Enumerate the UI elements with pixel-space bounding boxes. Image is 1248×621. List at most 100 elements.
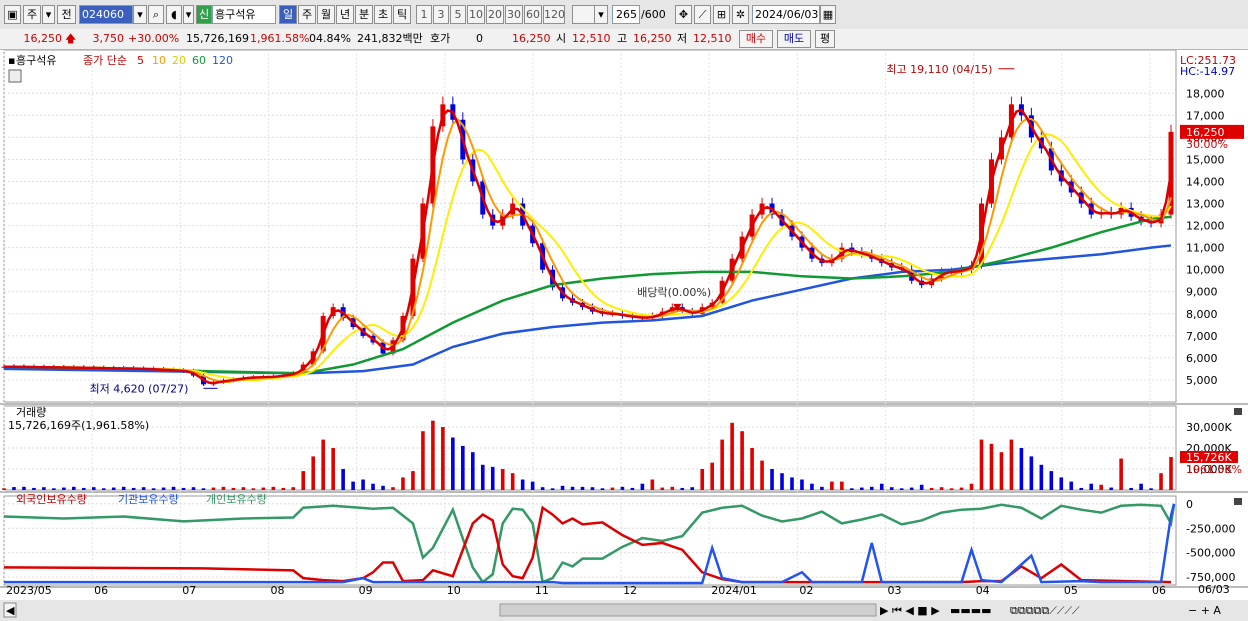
volume-bar xyxy=(431,420,435,490)
high-annotation: 최고 19,110 (04/15) xyxy=(886,63,992,76)
interval-button-20[interactable]: 20 xyxy=(486,5,504,24)
inst-legend: 기관보유수량 xyxy=(118,493,179,506)
volume-bar xyxy=(1169,456,1173,490)
interval-button-120[interactable]: 120 xyxy=(543,5,565,24)
chart-nav-controls[interactable]: ▶ ⏮ ◀ ■ ▶ xyxy=(880,604,940,617)
tab-3[interactable]: 년 xyxy=(336,5,354,24)
interval-button-3[interactable]: 3 xyxy=(433,5,449,24)
legend-ma-label: 종가 단순 xyxy=(83,54,127,67)
scrollbar-thumb[interactable] xyxy=(499,603,877,617)
up-arrow-icon: 🡅 xyxy=(65,32,77,45)
volume-bar xyxy=(929,487,934,490)
window-menu-icon[interactable]: ▣ xyxy=(4,5,21,24)
volume-bar xyxy=(670,486,675,490)
interval-button-10[interactable]: 10 xyxy=(467,5,485,24)
volume-bar xyxy=(201,488,206,490)
volume-bar xyxy=(1139,483,1143,490)
price-tick-label: 5,000 xyxy=(1186,374,1218,387)
volume-bar xyxy=(630,487,635,490)
date-tick-label: 10 xyxy=(447,584,461,597)
date-input[interactable]: 2024/06/03 xyxy=(752,5,820,24)
volume-bar xyxy=(391,487,395,490)
indiv-legend: 개인보유수량 xyxy=(206,493,267,506)
legend-ma10: 10 xyxy=(152,54,166,67)
code-dropdown-icon[interactable]: ▾ xyxy=(133,5,147,24)
volume-bar xyxy=(540,487,545,490)
stock-chart[interactable]: 5,000 6,000 7,000 8,000 9,000 10,000 11,000 12,… xyxy=(0,50,1248,621)
tab-0[interactable]: 일 xyxy=(279,5,297,24)
tab-2[interactable]: 월 xyxy=(317,5,335,24)
volume-bar xyxy=(81,487,86,490)
volume-bar xyxy=(879,483,884,490)
price-tick-label: 7,000 xyxy=(1186,330,1218,343)
volume-bar xyxy=(720,439,724,490)
scroll-left-icon: ◀ xyxy=(6,604,15,617)
grid-table-icon[interactable] xyxy=(8,69,22,83)
volume-bar xyxy=(899,488,904,490)
calendar-icon[interactable]: ▦ xyxy=(820,5,836,24)
zoom-slider[interactable]: ▬▬▬▬ xyxy=(950,604,992,617)
period-dropdown-icon[interactable]: ▾ xyxy=(42,5,55,24)
volume-bar xyxy=(231,487,236,490)
buy-button[interactable]: 매수 xyxy=(739,30,773,48)
volume-bar xyxy=(2,488,6,490)
pane-close-icon xyxy=(1234,408,1242,415)
volume-bar xyxy=(361,479,365,490)
layout-icons[interactable]: ⧉⧉⧉⧉⧉⟋⟋⟋⟋ xyxy=(1010,604,1080,617)
date-tick-label: 06 xyxy=(94,584,108,597)
volume-bar xyxy=(62,487,66,490)
interval-button-1[interactable]: 1 xyxy=(416,5,432,24)
avg-button[interactable]: 평 xyxy=(815,30,835,48)
speaker-icon[interactable]: ◖ xyxy=(166,5,182,24)
price-tick-label: 10,000 xyxy=(1186,264,1225,277)
chart-tools-icon[interactable]: ✥ xyxy=(675,5,692,24)
stock-code-input[interactable]: 024060 xyxy=(79,5,133,24)
volume-bar xyxy=(660,487,665,490)
legend-ma5: 5 xyxy=(137,54,144,67)
period-select[interactable]: 주 xyxy=(23,5,41,24)
volume-bar xyxy=(191,487,196,490)
volume-bar xyxy=(1079,487,1084,490)
speaker-dropdown-icon[interactable]: ▾ xyxy=(183,5,194,24)
search-icon[interactable]: ⌕ xyxy=(148,5,164,24)
tab-4[interactable]: 분 xyxy=(355,5,373,24)
settings-gear-icon[interactable]: ✲ xyxy=(732,5,749,24)
indicator-icon[interactable]: ⊞ xyxy=(713,5,730,24)
tab-6[interactable]: 틱 xyxy=(393,5,411,24)
volume-bar xyxy=(251,488,256,490)
price-tick-label: 12,000 xyxy=(1186,220,1225,233)
volume-bar xyxy=(510,473,515,490)
tab-5[interactable]: 초 xyxy=(374,5,392,24)
tab-1[interactable]: 주 xyxy=(298,5,316,24)
volume-bar xyxy=(680,487,685,490)
volume-bar xyxy=(101,488,106,490)
pane-close-icon xyxy=(1234,498,1242,505)
interval-button-60[interactable]: 60 xyxy=(524,5,542,24)
date-tick-label: 05 xyxy=(1064,584,1078,597)
draw-line-icon[interactable]: ⟋ xyxy=(694,5,711,24)
prev-button[interactable]: 전 xyxy=(57,5,76,24)
interval-dropdown-icon[interactable]: ▾ xyxy=(594,5,608,24)
volume-bar xyxy=(600,488,605,490)
volume-value: 15,726,169 xyxy=(186,32,249,45)
volume-bar xyxy=(650,479,655,490)
sell-button[interactable]: 매도 xyxy=(777,30,811,48)
zoom-icons[interactable]: − + A xyxy=(1188,604,1221,617)
date-tick-label: 06 xyxy=(1152,584,1166,597)
volume-bar xyxy=(490,466,495,490)
price-tick-label: 9,000 xyxy=(1186,286,1218,299)
volume-bar xyxy=(500,469,505,490)
volume-bar xyxy=(72,486,76,490)
volume-bar xyxy=(211,487,216,490)
volume-bar xyxy=(32,487,36,490)
volume-bar xyxy=(700,469,705,490)
hc-label: HC:-14.97 xyxy=(1180,65,1235,78)
volume-bar xyxy=(760,460,764,490)
volume-bar xyxy=(311,456,316,490)
price-tick-label: 17,000 xyxy=(1186,109,1225,122)
volume-bar xyxy=(780,473,784,490)
interval-button-5[interactable]: 5 xyxy=(450,5,466,24)
stock-name-field[interactable]: 흥구석유 xyxy=(212,5,276,24)
interval-button-30[interactable]: 30 xyxy=(505,5,523,24)
count-input[interactable]: 265 xyxy=(612,5,640,24)
